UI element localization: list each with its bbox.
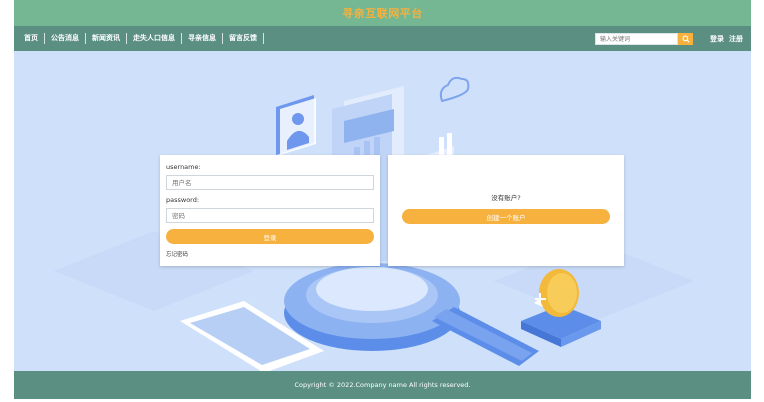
search-icon xyxy=(682,35,690,43)
nav-item-announcements[interactable]: 公告消息 xyxy=(45,33,86,44)
no-account-text: 没有账户? xyxy=(491,194,521,202)
page: 寻亲互联网平台 首页 公告消息 新闻资讯 走失人口信息 寻亲信息 留言反馈 登录… xyxy=(14,0,751,402)
search-box xyxy=(595,33,693,45)
nav-item-feedback[interactable]: 留言反馈 xyxy=(223,33,264,44)
password-input[interactable] xyxy=(166,208,374,223)
create-account-button[interactable]: 创建一个账户 xyxy=(402,209,610,224)
nav-item-home[interactable]: 首页 xyxy=(14,33,45,44)
site-title: 寻亲互联网平台 xyxy=(342,7,423,20)
copyright-text: Copyright © 2022.Company name All rights… xyxy=(294,381,471,389)
nav-bar: 首页 公告消息 新闻资讯 走失人口信息 寻亲信息 留言反馈 登录 注册 xyxy=(14,26,751,51)
register-panel-card: 没有账户? 创建一个账户 xyxy=(388,155,624,266)
auth-links: 登录 注册 xyxy=(710,33,743,45)
search-input[interactable] xyxy=(595,33,678,45)
hero-illustration xyxy=(54,76,694,371)
nav-item-family-search[interactable]: 寻亲信息 xyxy=(182,33,223,44)
forgot-password-link[interactable]: 忘记密码 xyxy=(166,250,374,258)
username-input[interactable] xyxy=(166,175,374,190)
register-link[interactable]: 注册 xyxy=(729,33,743,45)
nav-item-missing-persons[interactable]: 走失人口信息 xyxy=(127,33,182,44)
username-label: username: xyxy=(166,163,201,171)
cloud-icon xyxy=(439,76,470,103)
login-link[interactable]: 登录 xyxy=(710,33,724,45)
hero-banner xyxy=(14,51,751,371)
footer: Copyright © 2022.Company name All rights… xyxy=(14,371,751,399)
password-label: password: xyxy=(166,196,200,204)
nav-item-news[interactable]: 新闻资讯 xyxy=(86,33,127,44)
user-profile-card-illustration xyxy=(276,95,316,155)
title-bar: 寻亲互联网平台 xyxy=(14,0,751,26)
search-button[interactable] xyxy=(678,33,693,45)
login-submit-button[interactable]: 登录 xyxy=(166,229,374,244)
login-form-card: username: password: 登录 忘记密码 xyxy=(160,155,380,266)
